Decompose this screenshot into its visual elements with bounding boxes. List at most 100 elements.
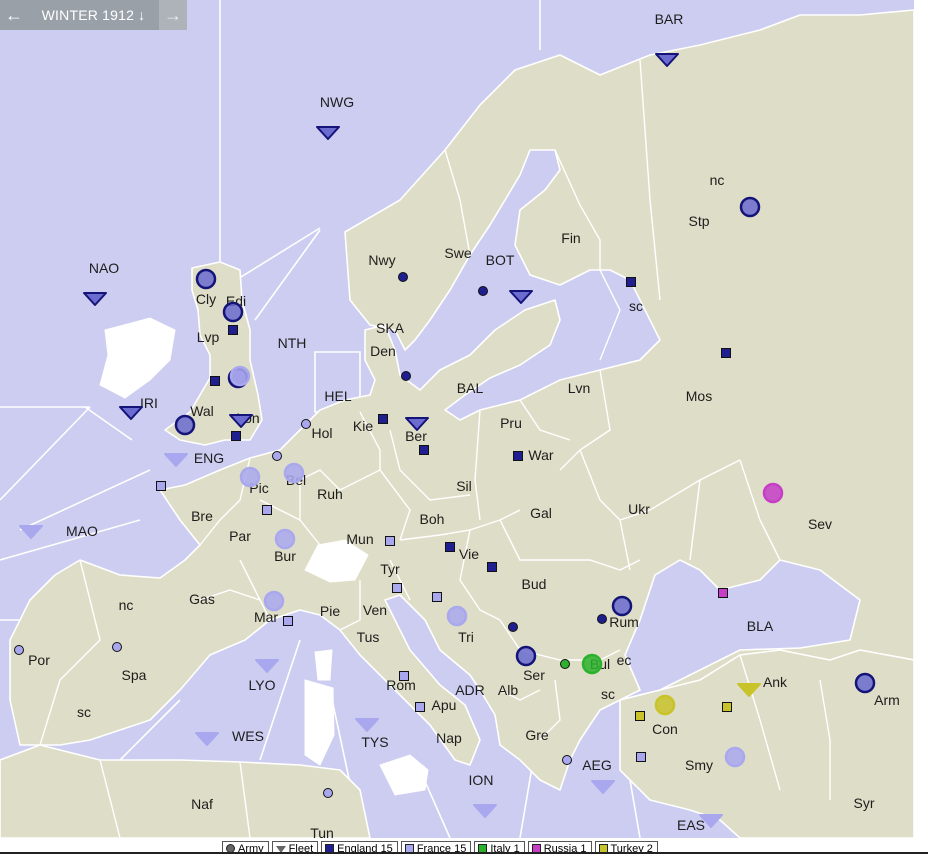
province-label-ruh[interactable]: Ruh	[317, 486, 343, 502]
army-england-wal[interactable]	[174, 414, 196, 436]
province-label-sev[interactable]: Sev	[808, 516, 832, 532]
province-label-eas[interactable]: EAS	[677, 817, 705, 833]
province-label-sc_stp[interactable]: sc	[629, 298, 643, 314]
province-label-rom[interactable]: Rom	[386, 677, 416, 693]
phase-selector[interactable]: WINTER 1912 ↓	[28, 7, 159, 23]
province-label-nth[interactable]: NTH	[278, 335, 307, 351]
province-label-aeg[interactable]: AEG	[582, 757, 612, 773]
province-label-nao[interactable]: NAO	[89, 260, 119, 276]
province-label-swe[interactable]: Swe	[444, 245, 471, 261]
province-label-ec_bul[interactable]: ec	[617, 652, 632, 668]
province-label-nc_spa[interactable]: nc	[119, 597, 134, 613]
province-label-bla[interactable]: BLA	[747, 618, 774, 634]
province-label-wal[interactable]: Wal	[190, 403, 214, 419]
province-label-naf[interactable]: Naf	[191, 796, 213, 812]
province-label-pie[interactable]: Pie	[320, 603, 340, 619]
province-label-hol[interactable]: Hol	[311, 425, 332, 441]
province-label-rum[interactable]: Rum	[609, 614, 639, 630]
province-label-apu[interactable]: Apu	[432, 697, 457, 713]
province-label-sc_bul[interactable]: sc	[601, 686, 615, 702]
province-label-syr[interactable]: Syr	[854, 795, 875, 811]
army-russia-sev[interactable]	[762, 482, 784, 504]
province-label-stp[interactable]: Stp	[688, 213, 709, 229]
province-label-mos[interactable]: Mos	[686, 388, 712, 404]
province-label-lvp[interactable]: Lvp	[197, 329, 220, 345]
next-phase-button[interactable]: →	[159, 0, 187, 30]
province-label-eng[interactable]: ENG	[194, 450, 224, 466]
province-label-bar[interactable]: BAR	[655, 11, 684, 27]
army-france-lon[interactable]	[229, 365, 251, 387]
province-label-vie[interactable]: Vie	[459, 546, 479, 562]
province-label-con[interactable]: Con	[652, 721, 678, 737]
province-label-arm[interactable]: Arm	[874, 692, 900, 708]
province-label-tri[interactable]: Tri	[458, 629, 474, 645]
province-label-boh[interactable]: Boh	[420, 511, 445, 527]
province-label-gas[interactable]: Gas	[189, 591, 215, 607]
province-label-mun[interactable]: Mun	[346, 531, 373, 547]
province-label-sil[interactable]: Sil	[456, 478, 472, 494]
province-label-ven[interactable]: Ven	[363, 602, 387, 618]
army-france-bel[interactable]	[283, 462, 305, 484]
prev-phase-button[interactable]: ←	[0, 0, 28, 30]
province-label-bal[interactable]: BAL	[457, 380, 484, 396]
province-label-iri[interactable]: IRI	[140, 395, 158, 411]
province-label-nap[interactable]: Nap	[436, 730, 462, 746]
province-label-ank[interactable]: Ank	[763, 674, 788, 690]
province-label-gal[interactable]: Gal	[530, 505, 552, 521]
province-label-fin[interactable]: Fin	[561, 230, 580, 246]
province-label-tun[interactable]: Tun	[310, 825, 334, 838]
province-label-tys[interactable]: TYS	[361, 734, 388, 750]
army-france-mar[interactable]	[263, 590, 285, 612]
province-label-cly[interactable]: Cly	[196, 291, 216, 307]
army-turkey-con[interactable]	[654, 694, 676, 716]
province-label-ion[interactable]: ION	[469, 772, 494, 788]
supply-center-rum	[597, 614, 607, 624]
province-label-lvn[interactable]: Lvn	[568, 380, 591, 396]
supply-center-tun	[323, 788, 333, 798]
army-france-smy[interactable]	[724, 746, 746, 768]
province-label-ser[interactable]: Ser	[523, 667, 545, 683]
army-france-pic[interactable]	[239, 466, 261, 488]
province-label-bud[interactable]: Bud	[522, 576, 547, 592]
province-label-por[interactable]: Por	[28, 652, 50, 668]
supply-center-war	[513, 451, 523, 461]
province-label-nwy[interactable]: Nwy	[368, 252, 395, 268]
province-label-nwg[interactable]: NWG	[320, 94, 354, 110]
province-label-nc_stp[interactable]: nc	[710, 172, 725, 188]
province-label-spa[interactable]: Spa	[122, 667, 147, 683]
province-label-ska[interactable]: SKA	[376, 320, 405, 336]
province-label-mao[interactable]: MAO	[66, 523, 98, 539]
province-label-tyr[interactable]: Tyr	[380, 561, 400, 577]
province-label-pru[interactable]: Pru	[500, 415, 522, 431]
army-england-ser[interactable]	[515, 645, 537, 667]
army-england-arm[interactable]	[854, 672, 876, 694]
province-label-hel[interactable]: HEL	[324, 388, 351, 404]
province-label-adr[interactable]: ADR	[455, 682, 485, 698]
supply-center-nwy	[398, 272, 408, 282]
province-label-bot[interactable]: BOT	[486, 252, 515, 268]
army-england-cly[interactable]	[195, 268, 217, 290]
province-label-den[interactable]: Den	[370, 343, 396, 359]
province-label-tus[interactable]: Tus	[357, 629, 380, 645]
province-label-war[interactable]: War	[528, 447, 553, 463]
province-label-par[interactable]: Par	[229, 528, 251, 544]
province-label-gre[interactable]: Gre	[525, 727, 549, 743]
province-label-kie[interactable]: Kie	[353, 418, 373, 434]
province-label-lyo[interactable]: LYO	[249, 677, 276, 693]
province-label-mar[interactable]: Mar	[254, 609, 278, 625]
army-england-stp[interactable]	[739, 196, 761, 218]
province-label-alb[interactable]: Alb	[498, 682, 518, 698]
province-label-wes[interactable]: WES	[232, 728, 264, 744]
province-label-bre[interactable]: Bre	[191, 508, 213, 524]
army-france-tri[interactable]	[446, 605, 468, 627]
phase-label: WINTER 1912	[41, 7, 135, 23]
supply-center-por	[14, 645, 24, 655]
army-france-bur[interactable]	[274, 528, 296, 550]
province-label-ukr[interactable]: Ukr	[628, 501, 650, 517]
province-label-bur[interactable]: Bur	[274, 548, 296, 564]
army-england-edi[interactable]	[222, 301, 244, 323]
army-england-rum[interactable]	[611, 595, 633, 617]
province-label-sc_spa[interactable]: sc	[77, 704, 91, 720]
army-italy-bul[interactable]	[581, 653, 603, 675]
province-label-smy[interactable]: Smy	[685, 757, 713, 773]
